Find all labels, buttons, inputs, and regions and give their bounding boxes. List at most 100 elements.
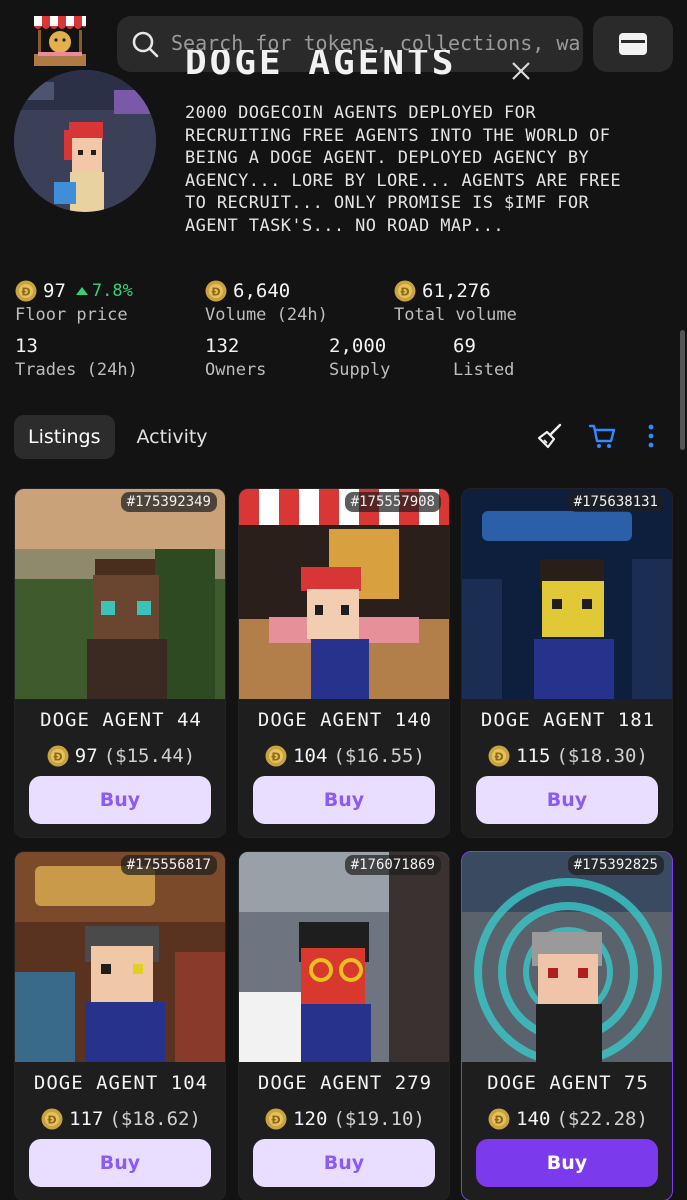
- scrollbar[interactable]: [680, 330, 685, 450]
- nft-name: DOGE AGENT 140: [257, 709, 433, 731]
- collection-title: DOGE AGENTS: [185, 50, 457, 83]
- listing-card[interactable]: #175556817 DOGE AGENT 104 Ð 117 ($18.62)…: [14, 851, 226, 1200]
- svg-text:Ð: Ð: [47, 1114, 56, 1127]
- tab-listings[interactable]: Listings: [14, 415, 115, 459]
- token-id-badge: #175556817: [120, 855, 217, 875]
- trades-24h-value: 13: [15, 335, 38, 357]
- cart-icon[interactable]: [588, 422, 616, 450]
- nft-price: Ð 104 ($16.55): [239, 745, 449, 767]
- nft-image[interactable]: [462, 489, 672, 699]
- svg-text:Ð: Ð: [400, 286, 409, 299]
- nft-image[interactable]: [15, 852, 225, 1062]
- token-id-badge: #175638131: [567, 492, 664, 512]
- price-doge: 104: [293, 745, 328, 767]
- price-usd: ($15.44): [103, 745, 196, 767]
- nft-price: Ð 117 ($18.62): [15, 1108, 225, 1130]
- nft-image[interactable]: [239, 852, 449, 1062]
- supply-value: 2,000: [329, 335, 387, 357]
- price-usd: ($19.10): [333, 1108, 425, 1130]
- nft-name: DOGE AGENT 279: [257, 1072, 433, 1094]
- nft-name: DOGE AGENT 181: [480, 709, 656, 731]
- wallet-button[interactable]: [593, 16, 673, 72]
- listing-card[interactable]: #175392349 DOGE AGENT 44 Ð 97 ($15.44) B…: [14, 488, 226, 838]
- buy-button[interactable]: Buy: [476, 1139, 658, 1187]
- supply-label: Supply: [329, 360, 391, 380]
- doge-coin-icon: Ð: [47, 745, 69, 767]
- svg-text:Ð: Ð: [53, 751, 62, 764]
- price-doge: 97: [74, 745, 98, 767]
- total-volume-label: Total volume: [394, 305, 517, 325]
- price-usd: ($18.30): [556, 745, 648, 767]
- stat-trades-24h: 13 Trades (24h): [15, 334, 138, 380]
- buy-button[interactable]: Buy: [29, 1139, 211, 1187]
- listed-label: Listed: [453, 360, 515, 380]
- stat-floor-price: Ð 97 7.8% Floor price: [15, 279, 133, 325]
- doge-market-stall-logo[interactable]: [28, 12, 92, 72]
- price-doge: 120: [293, 1108, 328, 1130]
- doge-coin-icon: Ð: [488, 745, 510, 767]
- nft-image[interactable]: [462, 852, 672, 1062]
- buy-button[interactable]: Buy: [253, 1139, 435, 1187]
- nft-price: Ð 115 ($18.30): [462, 745, 672, 767]
- price-usd: ($18.62): [109, 1108, 201, 1130]
- tab-bar: Listings Activity: [14, 415, 222, 459]
- nft-price: Ð 120 ($19.10): [239, 1108, 449, 1130]
- listing-card[interactable]: #175557908 DOGE AGENT 140 Ð 104 ($16.55)…: [238, 488, 450, 838]
- stat-listed: 69 Listed: [453, 334, 514, 380]
- doge-coin-icon: Ð: [205, 280, 227, 302]
- buy-button[interactable]: Buy: [476, 776, 658, 824]
- listing-card-selected[interactable]: #175392825 DOGE AGENT 75 Ð 140 ($22.28) …: [461, 851, 673, 1200]
- price-usd: ($16.55): [333, 745, 425, 767]
- listed-value: 69: [453, 335, 476, 357]
- stat-total-volume: Ð 61,276 Total volume: [394, 279, 517, 325]
- stat-owners: 132 Owners: [205, 334, 266, 380]
- floor-price-label: Floor price: [15, 305, 128, 325]
- price-doge: 140: [516, 1108, 551, 1130]
- tab-activity[interactable]: Activity: [123, 415, 222, 459]
- svg-text:Ð: Ð: [494, 751, 503, 764]
- nft-price: Ð 140 ($22.28): [462, 1108, 672, 1130]
- owners-label: Owners: [205, 360, 267, 380]
- doge-coin-icon: Ð: [15, 280, 37, 302]
- collection-description: 2000 DOGECOIN AGENTS DEPLOYED FOR RECRUI…: [185, 103, 622, 236]
- volume-24h-value: 6,640: [233, 280, 291, 302]
- svg-text:Ð: Ð: [211, 286, 220, 299]
- owners-value: 132: [205, 335, 240, 357]
- nft-name: DOGE AGENT 75: [487, 1072, 649, 1094]
- collection-avatar: [14, 70, 156, 212]
- stat-supply: 2,000 Supply: [329, 334, 390, 380]
- trades-24h-label: Trades (24h): [15, 360, 138, 380]
- listing-card[interactable]: #175638131 DOGE AGENT 181 Ð 115 ($18.30)…: [461, 488, 673, 838]
- doge-coin-icon: Ð: [488, 1108, 510, 1130]
- stat-volume-24h: Ð 6,640 Volume (24h): [205, 279, 328, 325]
- token-id-badge: #175392825: [567, 855, 664, 875]
- doge-coin-icon: Ð: [265, 1108, 287, 1130]
- nft-price: Ð 97 ($15.44): [15, 745, 225, 767]
- floor-price-change: 7.8%: [75, 281, 133, 301]
- sweep-broom-icon[interactable]: [536, 422, 564, 450]
- volume-24h-label: Volume (24h): [205, 305, 328, 325]
- price-usd: ($22.28): [556, 1108, 648, 1130]
- total-volume-value: 61,276: [422, 280, 491, 302]
- doge-coin-icon: Ð: [265, 745, 287, 767]
- doge-coin-icon: Ð: [394, 280, 416, 302]
- price-doge: 115: [516, 745, 551, 767]
- token-id-badge: #175392349: [120, 492, 217, 512]
- price-doge: 117: [69, 1108, 104, 1130]
- doge-coin-icon: Ð: [41, 1108, 63, 1130]
- more-options-icon[interactable]: [637, 422, 665, 450]
- nft-image[interactable]: [239, 489, 449, 699]
- svg-text:Ð: Ð: [271, 1114, 280, 1127]
- floor-price-value: 97: [43, 280, 66, 302]
- svg-text:Ð: Ð: [271, 751, 280, 764]
- wallet-icon: [619, 33, 647, 55]
- nft-image[interactable]: [15, 489, 225, 699]
- x-social-icon[interactable]: [510, 60, 532, 82]
- listing-card[interactable]: #176071869 DOGE AGENT 279 Ð 120 ($19.10)…: [238, 851, 450, 1200]
- buy-button[interactable]: Buy: [29, 776, 211, 824]
- arrow-up-icon: [75, 287, 88, 295]
- token-id-badge: #176071869: [344, 855, 441, 875]
- nft-name: DOGE AGENT 44: [40, 709, 202, 731]
- buy-button[interactable]: Buy: [253, 776, 435, 824]
- search-icon: [132, 31, 159, 58]
